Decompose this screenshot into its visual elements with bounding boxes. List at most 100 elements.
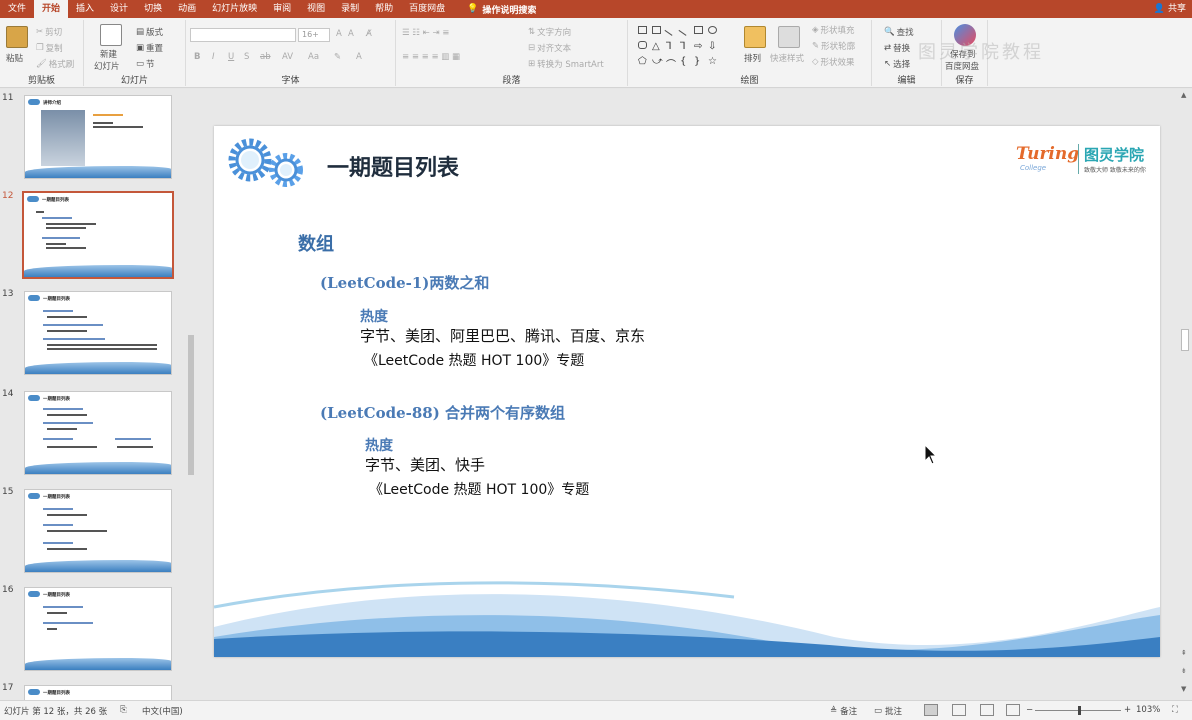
tab-file[interactable]: 文件 [0, 0, 34, 18]
section-button[interactable]: ▭ 节 [136, 58, 155, 70]
slides-label: 幻灯片 [120, 76, 148, 86]
logo-turing: Turing [1016, 144, 1080, 164]
text-direction-button[interactable]: ⇅ 文字方向 [528, 26, 571, 38]
tab-review[interactable]: 审阅 [265, 0, 299, 18]
heat-label[interactable]: 热度 [365, 435, 393, 455]
thumbnail-slide-12[interactable]: 一期题目列表 [22, 191, 174, 279]
highlight-icon[interactable]: ✎ [334, 52, 341, 62]
scroll-up-icon[interactable]: ⇞ [1181, 649, 1187, 657]
paste-icon[interactable] [6, 26, 28, 48]
topic-text[interactable]: 《LeetCode 热题 HOT 100》专题 [369, 479, 589, 499]
tab-animations[interactable]: 动画 [170, 0, 204, 18]
problem-title[interactable]: (LeetCode-1)两数之和 [320, 272, 489, 293]
shadow-button[interactable]: S [244, 52, 249, 62]
thumbnail-scrollbar[interactable] [186, 95, 196, 695]
tab-slideshow[interactable]: 幻灯片放映 [204, 0, 265, 18]
reset-button[interactable]: ▣ 重置 [136, 42, 163, 54]
select-button[interactable]: ↖ 选择 [884, 58, 910, 70]
copy-button[interactable]: ❐ 复制 [36, 42, 63, 54]
smartart-button[interactable]: ⊞ 转换为 SmartArt [528, 58, 604, 70]
shapes-gallery[interactable]: △ ⅂ ⅂ ⇨ ⇩ ⬠ ⤻ ⌒{} ☆ [638, 24, 734, 71]
layout-button[interactable]: ▤ 版式 [136, 26, 163, 38]
companies-text[interactable]: 字节、美团、阿里巴巴、腾讯、百度、京东 [360, 325, 645, 346]
shrink-font-button[interactable]: A [348, 29, 354, 39]
scroll-up-icon[interactable]: ▲ [1181, 91, 1186, 99]
companies-text[interactable]: 字节、美团、快手 [365, 454, 485, 475]
reading-view-button[interactable] [980, 704, 994, 716]
zoom-level[interactable]: 103% [1136, 705, 1160, 715]
underline-button[interactable]: U [228, 52, 234, 62]
topic-text[interactable]: 《LeetCode 热题 HOT 100》专题 [364, 350, 584, 370]
tab-record[interactable]: 录制 [333, 0, 367, 18]
share-button[interactable]: 👤 共享 [1154, 0, 1186, 18]
ribbon: 粘贴 ✂ 剪切 ❐ 复制 🖌 格式刷 剪贴板 新建 幻灯片 ▤ 版式 ▣ 重置 ▭ 节 幻灯… [0, 18, 1192, 88]
thumbnail-slide-13[interactable]: 一期题目列表 [24, 291, 172, 375]
format-painter-label: 格式刷 [48, 60, 75, 70]
bold-button[interactable]: B [194, 52, 200, 62]
grow-font-button[interactable]: A [336, 29, 342, 39]
align-icons[interactable]: ≡ ≡ ≡ ≡ ▥ ▦ [402, 52, 460, 62]
tell-me-search[interactable]: 💡 操作说明搜索 [467, 3, 536, 16]
paste-button[interactable]: 粘贴 [6, 52, 23, 64]
thumbnail-slide-14[interactable]: 一期题目列表 [24, 391, 172, 475]
slide-title[interactable]: 一期题目列表 [327, 150, 459, 182]
tab-design[interactable]: 设计 [102, 0, 136, 18]
slideshow-button[interactable] [1006, 704, 1020, 716]
font-name-field[interactable] [190, 28, 296, 42]
strikethrough-button[interactable]: ab [260, 52, 271, 62]
align-text-button[interactable]: ⊟ 对齐文本 [528, 42, 571, 54]
arrange-icon[interactable] [744, 26, 766, 48]
quick-styles-icon[interactable] [778, 26, 800, 48]
find-button[interactable]: 🔍 查找 [884, 26, 914, 38]
paragraph-label: 段落 [502, 76, 521, 86]
zoom-slider-thumb[interactable] [1078, 706, 1081, 715]
spellcheck-icon[interactable]: ⎘ [120, 705, 127, 715]
slide-canvas[interactable]: 一期题目列表 Turing College 图灵学院 致敬大师 致敬未来的你 数… [214, 126, 1160, 657]
clear-format-button[interactable]: A̸ [366, 29, 372, 39]
font-size-field[interactable]: 16+ [298, 28, 330, 42]
scroll-thumb[interactable] [1181, 329, 1189, 351]
problem-title[interactable]: (LeetCode-88) 合并两个有序数组 [320, 402, 565, 423]
new-slide-label2[interactable]: 幻灯片 [94, 60, 120, 72]
arrange-button[interactable]: 排列 [744, 52, 761, 64]
new-slide-label[interactable]: 新建 [100, 48, 117, 60]
quick-styles-button[interactable]: 快速样式 [770, 52, 804, 64]
zoom-out-button[interactable]: − [1026, 705, 1033, 715]
scroll-down-icon[interactable]: ▼ [1181, 685, 1186, 693]
new-slide-icon[interactable] [100, 24, 122, 46]
scroll-thumb[interactable] [188, 335, 194, 475]
tab-home[interactable]: 开始 [34, 0, 69, 18]
font-color-icon[interactable]: A [356, 52, 362, 62]
notes-button[interactable]: ≜ 备注 [830, 705, 857, 717]
format-painter-button[interactable]: 🖌 格式刷 [36, 58, 74, 70]
tab-transitions[interactable]: 切换 [136, 0, 170, 18]
tab-help[interactable]: 帮助 [367, 0, 401, 18]
comments-button[interactable]: ▭ 批注 [874, 705, 902, 717]
shape-fill-button[interactable]: ◈ 形状填充 [812, 24, 855, 36]
normal-view-button[interactable] [924, 704, 938, 716]
tab-baidu[interactable]: 百度网盘 [401, 0, 453, 18]
shape-outline-button[interactable]: ✎ 形状轮廓 [812, 40, 855, 52]
thumbnail-slide-15[interactable]: 一期题目列表 [24, 489, 172, 573]
tab-view[interactable]: 视图 [299, 0, 333, 18]
bullets-icon[interactable]: ☰ ☷ ⇤ ⇥ ≡ [402, 28, 449, 38]
tab-insert[interactable]: 插入 [68, 0, 102, 18]
thumbnail-slide-11[interactable]: 讲师介绍 [24, 95, 172, 179]
heat-label[interactable]: 热度 [360, 306, 388, 326]
italic-button[interactable]: I [212, 52, 215, 62]
slide-sorter-button[interactable] [952, 704, 966, 716]
spacing-button[interactable]: AV [282, 52, 293, 62]
scroll-down-icon[interactable]: ⇟ [1181, 667, 1187, 675]
replace-button[interactable]: ⇄ 替换 [884, 42, 910, 54]
logo-name: 图灵学院 [1084, 146, 1145, 164]
cut-button[interactable]: ✂ 剪切 [36, 26, 62, 38]
fit-slide-icon[interactable]: ⛶ [1172, 705, 1178, 715]
change-case-button[interactable]: Aa [308, 52, 319, 62]
editor-scrollbar[interactable]: ▲ ⇞ ⇟ ▼ [1178, 89, 1192, 700]
language-indicator[interactable]: 中文(中国) [142, 705, 183, 717]
shape-effects-button[interactable]: ◇ 形状效果 [812, 56, 855, 68]
gear-icon [27, 196, 39, 202]
zoom-in-button[interactable]: + [1124, 705, 1131, 715]
section-heading[interactable]: 数组 [298, 230, 334, 256]
thumbnail-slide-16[interactable]: 一期题目列表 [24, 587, 172, 671]
